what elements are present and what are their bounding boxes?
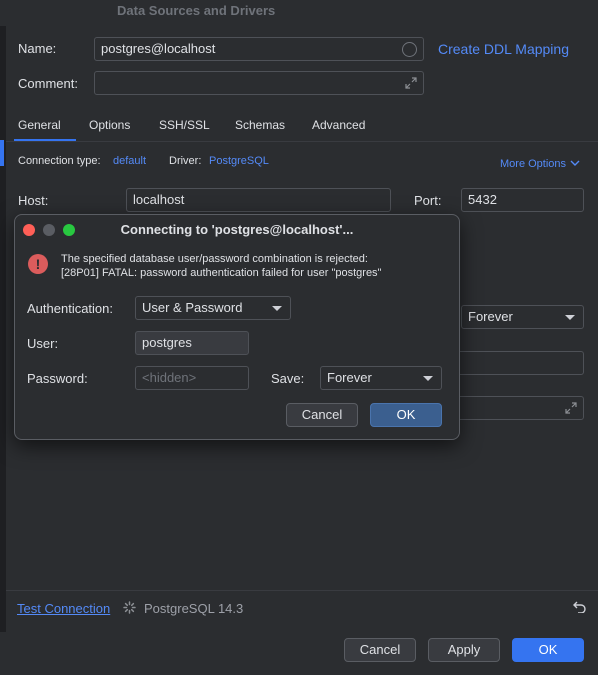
user-label: User: (27, 336, 59, 351)
url-input[interactable] (440, 396, 584, 420)
connection-type-dropdown[interactable]: default (113, 155, 146, 167)
comment-input[interactable] (94, 71, 424, 95)
save-dropdown[interactable]: Forever (461, 305, 584, 329)
driver-label: Driver: (169, 155, 202, 167)
test-connection-link[interactable]: Test Connection (17, 601, 110, 616)
password-input[interactable]: <hidden> (135, 366, 249, 390)
window-titlebar (0, 0, 598, 26)
dialog-title: Connecting to 'postgres@localhost'... (120, 222, 354, 237)
save-label: Save: (271, 371, 305, 386)
dialog-ok-button[interactable]: OK (370, 403, 442, 427)
port-input[interactable]: 5432 (461, 188, 584, 212)
more-options-dropdown[interactable]: More Options (500, 155, 580, 170)
name-label: Name: (18, 41, 57, 56)
comment-label: Comment: (18, 76, 78, 91)
user-input[interactable]: postgres (135, 331, 249, 355)
apply-button[interactable]: Apply (428, 638, 500, 662)
dialog-footer (0, 632, 598, 675)
tab-schemas[interactable]: Schemas (235, 118, 285, 132)
error-message-line2: [28P01] FATAL: password authentication f… (61, 267, 382, 279)
chevron-down-icon (565, 315, 575, 320)
error-icon: ! (28, 254, 48, 274)
authentication-dropdown[interactable]: User & Password (135, 296, 291, 320)
bottom-divider (6, 590, 598, 591)
revert-icon[interactable] (573, 601, 586, 613)
chevron-down-icon (423, 376, 433, 381)
name-input[interactable]: postgres@localhost (94, 37, 424, 61)
ok-button[interactable]: OK (512, 638, 584, 662)
tab-advanced[interactable]: Advanced (312, 118, 365, 132)
host-label: Host: (18, 193, 49, 208)
authentication-label: Authentication: (27, 301, 114, 316)
cancel-button[interactable]: Cancel (344, 638, 416, 662)
tabs-divider (6, 141, 598, 142)
more-options-label: More Options (500, 158, 567, 170)
driver-dropdown[interactable]: PostgreSQL (209, 155, 269, 167)
save-password-dropdown[interactable]: Forever (320, 366, 442, 390)
selection-indicator (0, 140, 4, 166)
spinner-icon (123, 601, 136, 614)
window-title: Data Sources and Drivers (117, 3, 276, 18)
error-message-line1: The specified database user/password com… (61, 253, 368, 265)
expand-icon[interactable] (405, 77, 417, 89)
tab-general[interactable]: General (18, 118, 61, 132)
host-input[interactable]: localhost (126, 188, 391, 212)
connection-type-label: Connection type: (18, 155, 101, 167)
authentication-value: User & Password (142, 300, 243, 315)
password-label: Password: (27, 371, 88, 386)
create-ddl-mapping-link[interactable]: Create DDL Mapping (438, 41, 569, 57)
expand-icon[interactable] (565, 402, 577, 414)
port-label: Port: (414, 193, 442, 208)
connecting-dialog: Connecting to 'postgres@localhost'... ! … (14, 214, 460, 440)
save-value: Forever (468, 309, 513, 324)
name-value: postgres@localhost (101, 41, 216, 56)
color-circle-icon[interactable] (402, 42, 417, 57)
tab-ssh-ssl[interactable]: SSH/SSL (159, 118, 210, 132)
dialog-cancel-button[interactable]: Cancel (286, 403, 358, 427)
left-panel-edge (0, 26, 6, 675)
tab-options[interactable]: Options (89, 118, 130, 132)
database-input[interactable] (440, 351, 584, 375)
postgres-version: PostgreSQL 14.3 (144, 601, 244, 616)
save-password-value: Forever (327, 370, 372, 385)
chevron-down-icon (570, 160, 580, 166)
chevron-down-icon (272, 306, 282, 311)
